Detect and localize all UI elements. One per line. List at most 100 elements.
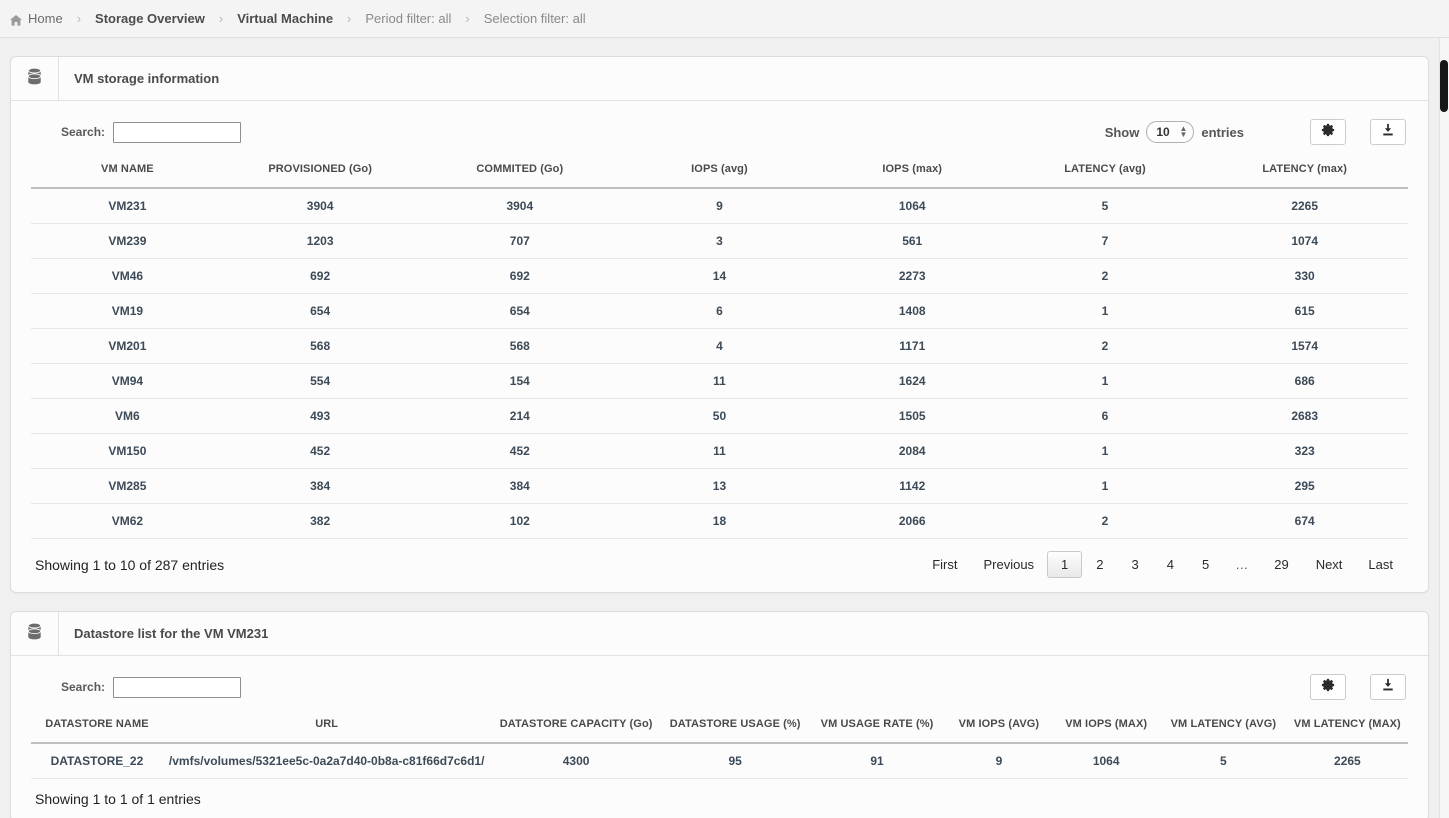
settings-button-vm-storage[interactable]	[1310, 119, 1346, 145]
cell-commited: 568	[416, 328, 624, 364]
panel-body-datastore-list: Search: DATASTORE NAME URL DATASTORE CAP…	[11, 656, 1428, 818]
cell-iops-max: 2084	[815, 433, 1009, 469]
column-header-url[interactable]: URL	[162, 712, 491, 744]
column-header-datastore-usage[interactable]: DATASTORE USAGE (%)	[661, 712, 809, 744]
column-header-vm-usage-rate[interactable]: VM USAGE RATE (%)	[808, 712, 946, 744]
table-row[interactable]: VM231 3904 3904 9 1064 5 2265	[31, 188, 1408, 224]
pagination-page-5[interactable]: 5	[1188, 551, 1223, 578]
pagination-ellipsis: …	[1235, 557, 1249, 572]
cell-commited: 452	[416, 433, 624, 469]
table-row[interactable]: VM285 384 384 13 1142 1 295	[31, 468, 1408, 504]
cell-latency-max: 1074	[1201, 223, 1408, 259]
column-header-vm-latency-avg[interactable]: VM LATENCY (AVG)	[1160, 712, 1287, 744]
table-row[interactable]: VM239 1203 707 3 561 7 1074	[31, 223, 1408, 259]
cell-latency-max: 615	[1201, 293, 1408, 329]
table-header-row: VM NAME PROVISIONED (Go) COMMITED (Go) I…	[31, 157, 1408, 189]
cell-iops-avg: 14	[623, 258, 816, 294]
column-header-commited[interactable]: COMMITED (Go)	[416, 157, 624, 189]
column-header-datastore-capacity[interactable]: DATASTORE CAPACITY (Go)	[490, 712, 662, 744]
cell-vm-name: VM19	[31, 293, 224, 329]
cell-iops-max: 2273	[815, 258, 1009, 294]
column-header-iops-avg[interactable]: IOPS (avg)	[623, 157, 816, 189]
table-row[interactable]: VM94 554 154 11 1624 1 686	[31, 363, 1408, 399]
breadcrumb-separator-4: ›	[465, 11, 470, 26]
cell-latency-max: 2683	[1201, 398, 1408, 434]
pagination-previous[interactable]: Previous	[970, 551, 1047, 578]
table-row[interactable]: VM46 692 692 14 2273 2 330	[31, 258, 1408, 294]
column-header-provisioned[interactable]: PROVISIONED (Go)	[223, 157, 417, 189]
table-head-datastore: DATASTORE NAME URL DATASTORE CAPACITY (G…	[31, 712, 1408, 744]
breadcrumb-separator-3: ›	[347, 11, 352, 26]
column-header-latency-avg[interactable]: LATENCY (avg)	[1008, 157, 1202, 189]
entries-per-page-stepper[interactable]: 10 ▲ ▼	[1146, 121, 1195, 143]
download-icon	[1381, 123, 1395, 142]
export-button-vm-storage[interactable]	[1370, 119, 1406, 145]
panel-title-datastore-list: Datastore list for the VM VM231	[74, 626, 269, 641]
cell-iops-avg: 11	[623, 363, 816, 399]
panel-body-vm-storage: Search: Show 10 ▲ ▼ entries VM NAME PROV…	[11, 101, 1428, 592]
cell-latency-avg: 1	[1008, 433, 1202, 469]
cell-provisioned: 452	[223, 433, 417, 469]
search-input-vm-storage[interactable]	[113, 121, 242, 143]
pagination-page-3[interactable]: 3	[1118, 551, 1153, 578]
settings-button-datastore[interactable]	[1310, 674, 1346, 700]
table-row[interactable]: VM201 568 568 4 1171 2 1574	[31, 328, 1408, 364]
pagination-page-1[interactable]: 1	[1047, 551, 1083, 578]
cell-provisioned: 384	[223, 468, 417, 504]
page-scrollbar-thumb[interactable]	[1440, 60, 1448, 112]
pagination-page-last-number[interactable]: 29	[1260, 551, 1302, 578]
cell-latency-avg: 7	[1008, 223, 1202, 259]
pagination-page-4[interactable]: 4	[1153, 551, 1188, 578]
cell-vm-name: VM231	[31, 188, 224, 224]
cell-latency-avg: 2	[1008, 258, 1202, 294]
column-header-latency-max[interactable]: LATENCY (max)	[1201, 157, 1408, 189]
breadcrumb-label-period-filter: Period filter: all	[365, 11, 452, 26]
cell-provisioned: 554	[223, 363, 417, 399]
cell-latency-max: 2265	[1201, 188, 1408, 224]
cell-vm-name: VM62	[31, 503, 224, 539]
breadcrumb-label-virtual-machine: Virtual Machine	[237, 11, 334, 26]
cell-commited: 707	[416, 223, 624, 259]
breadcrumb-item-home[interactable]: Home	[10, 11, 63, 26]
export-button-datastore[interactable]	[1370, 674, 1406, 700]
cell-iops-max: 1064	[815, 188, 1009, 224]
panel-datastore-list: Datastore list for the VM VM231 Search:	[10, 611, 1429, 818]
cell-vm-name: VM201	[31, 328, 224, 364]
pagination-next[interactable]: Next	[1303, 551, 1356, 578]
cell-latency-max: 1574	[1201, 328, 1408, 364]
database-icon	[27, 622, 42, 645]
breadcrumb-item-storage-overview[interactable]: Storage Overview	[95, 11, 205, 26]
column-header-iops-max[interactable]: IOPS (max)	[815, 157, 1009, 189]
table-row[interactable]: VM150 452 452 11 2084 1 323	[31, 433, 1408, 469]
stepper-arrows-icon: ▲ ▼	[1179, 124, 1188, 139]
entries-value: 10	[1156, 125, 1170, 139]
cell-datastore-usage: 95	[661, 743, 809, 779]
pagination-last[interactable]: Last	[1355, 551, 1406, 578]
table-row[interactable]: DATASTORE_22 /vmfs/volumes/5321ee5c-0a2a…	[31, 743, 1408, 779]
table-row[interactable]: VM19 654 654 6 1408 1 615	[31, 293, 1408, 329]
cell-commited: 692	[416, 258, 624, 294]
pagination-page-2[interactable]: 2	[1082, 551, 1117, 578]
cell-latency-max: 686	[1201, 363, 1408, 399]
breadcrumb-item-selection-filter[interactable]: Selection filter: all	[484, 11, 586, 26]
column-header-vm-latency-max[interactable]: VM LATENCY (MAX)	[1286, 712, 1408, 744]
gear-icon	[1321, 123, 1335, 142]
breadcrumb-item-virtual-machine[interactable]: Virtual Machine	[237, 11, 333, 26]
cell-latency-avg: 1	[1008, 363, 1202, 399]
column-header-datastore-name[interactable]: DATASTORE NAME	[31, 712, 163, 744]
column-header-vm-iops-max[interactable]: VM IOPS (MAX)	[1052, 712, 1161, 744]
pagination-first[interactable]: First	[919, 551, 970, 578]
table-row[interactable]: VM6 493 214 50 1505 6 2683	[31, 398, 1408, 434]
page-scrollbar[interactable]	[1439, 38, 1449, 818]
table-row[interactable]: VM62 382 102 18 2066 2 674	[31, 503, 1408, 539]
column-header-vm-name[interactable]: VM NAME	[31, 157, 224, 189]
breadcrumb-separator-1: ›	[76, 11, 82, 26]
cell-latency-max: 330	[1201, 258, 1408, 294]
cell-iops-max: 1142	[815, 468, 1009, 504]
breadcrumb-item-period-filter[interactable]: Period filter: all	[365, 11, 451, 26]
table-datastore-list: DATASTORE NAME URL DATASTORE CAPACITY (G…	[31, 712, 1408, 779]
column-header-vm-iops-avg[interactable]: VM IOPS (AVG)	[945, 712, 1053, 744]
right-controls-vm-storage: Show 10 ▲ ▼ entries	[1105, 119, 1406, 145]
search-input-datastore[interactable]	[113, 676, 242, 698]
cell-commited: 102	[416, 503, 624, 539]
